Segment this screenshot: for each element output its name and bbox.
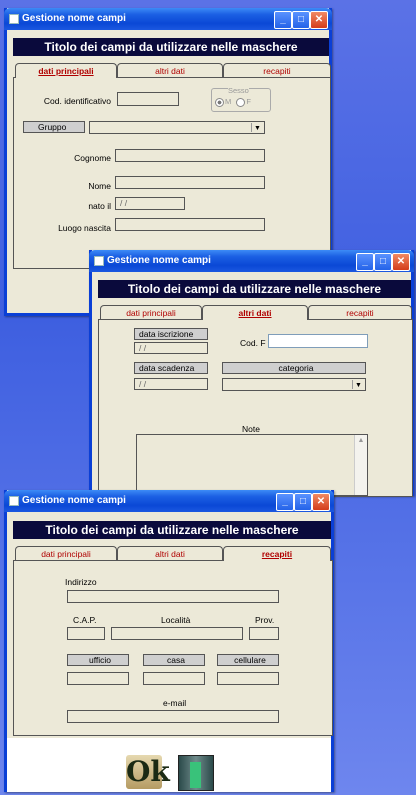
indirizzo-label: Indirizzo <box>65 577 97 587</box>
tab-altri-dati[interactable]: altri dati <box>117 63 223 78</box>
maximize-button[interactable]: □ <box>374 253 392 271</box>
cellulare-field[interactable] <box>217 672 279 685</box>
window-title: Gestione nome campi <box>107 255 211 266</box>
prov-label: Prov. <box>255 615 275 625</box>
banner-title: Titolo dei campi da utilizzare nelle mas… <box>98 280 411 298</box>
cod-identificativo-label: Cod. identificativo <box>43 96 111 106</box>
email-label: e-mail <box>163 698 187 708</box>
note-textarea[interactable]: ▲ <box>136 434 368 496</box>
categoria-dropdown[interactable]: ▼ <box>222 378 366 391</box>
title-bar[interactable]: Gestione nome campi _ □ ✕ <box>4 8 332 30</box>
window-altri-dati: Gestione nome campi _ □ ✕ Titolo dei cam… <box>89 250 414 497</box>
prov-field[interactable] <box>249 627 279 640</box>
app-icon <box>94 256 104 266</box>
data-scadenza-field[interactable]: / / <box>134 378 208 390</box>
minimize-button[interactable]: _ <box>276 493 294 511</box>
gruppo-label-box: Gruppo <box>23 121 85 133</box>
banner-title: Titolo dei campi da utilizzare nelle mas… <box>13 521 331 539</box>
radio-f-label: F <box>246 97 251 106</box>
banner-title: Titolo dei campi da utilizzare nelle mas… <box>13 38 329 56</box>
maximize-button[interactable]: □ <box>292 11 310 29</box>
chevron-down-icon: ▼ <box>251 123 263 132</box>
cap-field[interactable] <box>67 627 105 640</box>
tab-dati-principali[interactable]: dati principali <box>15 63 117 78</box>
ufficio-label: ufficio <box>67 654 129 666</box>
luogo-nascita-field[interactable] <box>115 218 265 231</box>
ufficio-field[interactable] <box>67 672 129 685</box>
radio-m-label: M <box>225 97 232 106</box>
close-button[interactable]: ✕ <box>392 253 410 271</box>
title-bar[interactable]: Gestione nome campi _ □ ✕ <box>4 490 334 512</box>
cellulare-label: cellulare <box>217 654 279 666</box>
categoria-label: categoria <box>222 362 366 374</box>
localita-field[interactable] <box>111 627 243 640</box>
data-iscrizione-field[interactable]: / / <box>134 342 208 354</box>
window-title: Gestione nome campi <box>22 495 126 506</box>
cod-f-label: Cod. F <box>240 338 266 348</box>
ok-icon[interactable]: Ok <box>126 755 170 789</box>
cognome-label: Cognome <box>74 153 111 163</box>
casa-field[interactable] <box>143 672 205 685</box>
nome-label: Nome <box>88 181 111 191</box>
app-icon <box>9 496 19 506</box>
data-iscrizione-label: data iscrizione <box>134 328 208 340</box>
cod-identificativo-field[interactable] <box>117 92 179 106</box>
gruppo-dropdown[interactable]: ▼ <box>89 121 265 134</box>
email-field[interactable] <box>67 710 279 723</box>
tab-dati-principali[interactable]: dati principali <box>100 305 202 320</box>
close-button[interactable]: ✕ <box>312 493 330 511</box>
tab-recapiti[interactable]: recapiti <box>308 305 412 320</box>
tab-recapiti[interactable]: recapiti <box>223 63 331 78</box>
window-title: Gestione nome campi <box>22 13 126 24</box>
luogo-nascita-label: Luogo nascita <box>58 223 111 233</box>
tab-recapiti[interactable]: recapiti <box>223 546 331 561</box>
app-icon <box>9 14 19 24</box>
cap-label: C.A.P. <box>73 615 97 625</box>
cod-f-field[interactable] <box>268 334 368 348</box>
note-scrollbar[interactable]: ▲ <box>354 435 367 495</box>
chevron-down-icon: ▼ <box>352 380 364 389</box>
scroll-up-icon[interactable]: ▲ <box>355 435 367 446</box>
radio-m[interactable] <box>215 97 224 107</box>
note-label: Note <box>242 424 260 434</box>
tab-dati-principali[interactable]: dati principali <box>15 546 117 561</box>
close-button[interactable]: ✕ <box>310 11 328 29</box>
localita-label: Località <box>161 615 191 625</box>
sesso-group: Sesso M F <box>211 86 271 112</box>
casa-label: casa <box>143 654 205 666</box>
tab-altri-dati[interactable]: altri dati <box>117 546 223 561</box>
sesso-label: Sesso <box>228 86 249 95</box>
data-scadenza-label: data scadenza <box>134 362 208 374</box>
nome-field[interactable] <box>115 176 265 189</box>
cognome-field[interactable] <box>115 149 265 162</box>
exit-door-icon[interactable] <box>178 755 214 791</box>
minimize-button[interactable]: _ <box>356 253 374 271</box>
nato-il-label: nato il <box>88 201 111 211</box>
indirizzo-field[interactable] <box>67 590 279 603</box>
title-bar[interactable]: Gestione nome campi _ □ ✕ <box>89 250 414 272</box>
minimize-button[interactable]: _ <box>274 11 292 29</box>
nato-il-field[interactable]: / / <box>115 197 185 210</box>
radio-f[interactable] <box>236 97 246 107</box>
maximize-button[interactable]: □ <box>294 493 312 511</box>
tab-altri-dati[interactable]: altri dati <box>202 305 308 320</box>
